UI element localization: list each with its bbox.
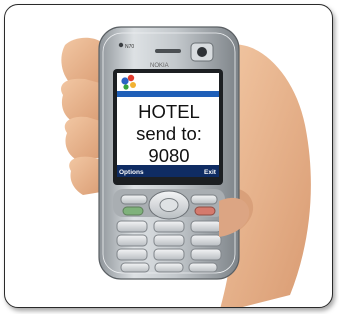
phone-brand-label: NOKIA — [150, 63, 169, 69]
select-key — [159, 198, 179, 212]
left-soft-key — [120, 194, 148, 205]
screen-line-number: 9080 — [148, 145, 190, 166]
screen-message: HOTEL send to: 9080 — [123, 101, 215, 167]
right-softkey-label: Exit — [204, 169, 216, 176]
keypad — [116, 220, 222, 273]
photo-frame: N70 NOKIA HOTEL send to: 9080 Options Ex… — [4, 4, 333, 308]
screen-line-instruction: send to: — [136, 123, 202, 144]
right-soft-key — [190, 194, 218, 205]
screen-line-keyword: HOTEL — [138, 101, 200, 122]
left-softkey-label: Options — [119, 169, 144, 176]
phone-model-label: N70 — [125, 44, 135, 50]
screen-header-bar — [117, 91, 219, 97]
end-key — [194, 206, 216, 216]
call-key — [122, 206, 144, 216]
earpiece — [155, 49, 181, 53]
